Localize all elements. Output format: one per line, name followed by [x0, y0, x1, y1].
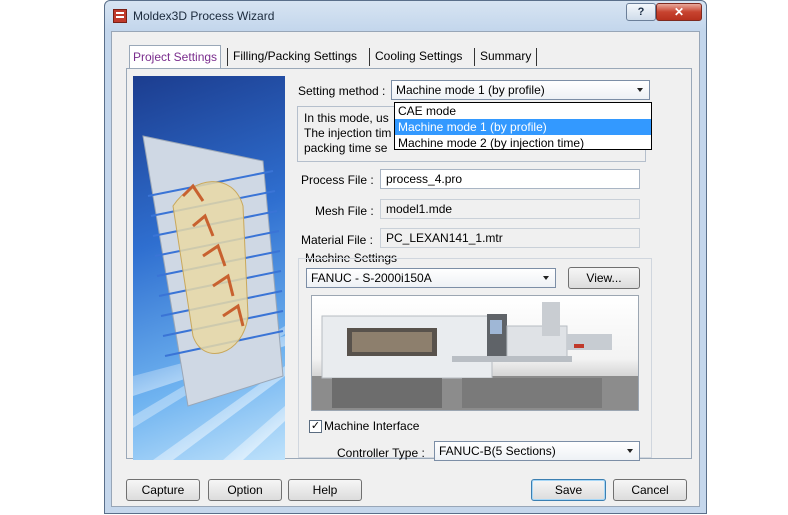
tab-cooling-settings[interactable]: Cooling Settings: [372, 45, 465, 67]
capture-button[interactable]: Capture: [126, 479, 200, 501]
tab-project-settings[interactable]: Project Settings: [129, 45, 222, 70]
help-button[interactable]: Help: [288, 479, 362, 501]
material-file-label: Material File :: [301, 233, 374, 247]
injection-machine-graphic: [312, 302, 638, 410]
title-bar[interactable]: Moldex3D Process Wizard ? ✕: [105, 1, 706, 31]
machine-interface-label: Machine Interface: [324, 419, 420, 433]
tab-separator: [227, 48, 228, 66]
checkbox-checked-icon[interactable]: ✓: [309, 420, 322, 433]
machine-value: FANUC - S-2000i150A: [311, 271, 432, 285]
mold-part-graphic: [133, 135, 285, 460]
chevron-down-icon: [637, 88, 643, 92]
mesh-file-label: Mesh File :: [315, 204, 374, 218]
option-machine-mode-2[interactable]: Machine mode 2 (by injection time): [395, 135, 651, 151]
process-file-field[interactable]: process_4.pro: [380, 169, 640, 189]
setting-method-label: Setting method :: [298, 84, 386, 98]
controller-type-select[interactable]: FANUC-B(5 Sections): [434, 441, 640, 461]
save-button[interactable]: Save: [531, 479, 606, 501]
dialog-client-area: Project Settings Filling/Packing Setting…: [111, 31, 700, 507]
wizard-window: Moldex3D Process Wizard ? ✕ Project Sett…: [104, 0, 707, 514]
machine-image: [311, 295, 639, 411]
material-file-field: PC_LEXAN141_1.mtr: [380, 228, 640, 248]
chevron-down-icon: [543, 276, 549, 280]
moldex3d-app-icon: [113, 9, 127, 23]
tab-filling-packing-settings[interactable]: Filling/Packing Settings: [230, 45, 360, 67]
option-cae-mode[interactable]: CAE mode: [395, 103, 651, 119]
cancel-button[interactable]: Cancel: [613, 479, 687, 501]
mesh-file-field: model1.mde: [380, 199, 640, 219]
controller-type-value: FANUC-B(5 Sections): [439, 444, 556, 458]
setting-method-value: Machine mode 1 (by profile): [396, 83, 545, 97]
close-button[interactable]: ✕: [656, 3, 702, 21]
help-title-button[interactable]: ?: [626, 3, 656, 21]
setting-method-select[interactable]: Machine mode 1 (by profile): [391, 80, 650, 100]
option-machine-mode-1[interactable]: Machine mode 1 (by profile): [395, 119, 651, 135]
window-title: Moldex3D Process Wizard: [133, 9, 275, 23]
chevron-down-icon: [627, 449, 633, 453]
wizard-illustration: [133, 76, 285, 460]
controller-type-label: Controller Type :: [337, 446, 425, 460]
machine-select[interactable]: FANUC - S-2000i150A: [306, 268, 556, 288]
process-file-label: Process File :: [301, 173, 374, 187]
tab-separator: [536, 48, 537, 66]
tab-separator: [474, 48, 475, 66]
tab-separator: [369, 48, 370, 66]
tab-summary[interactable]: Summary: [477, 45, 534, 67]
option-button[interactable]: Option: [208, 479, 282, 501]
view-machine-button[interactable]: View...: [568, 267, 640, 289]
setting-method-dropdown-list: CAE mode Machine mode 1 (by profile) Mac…: [394, 102, 652, 150]
